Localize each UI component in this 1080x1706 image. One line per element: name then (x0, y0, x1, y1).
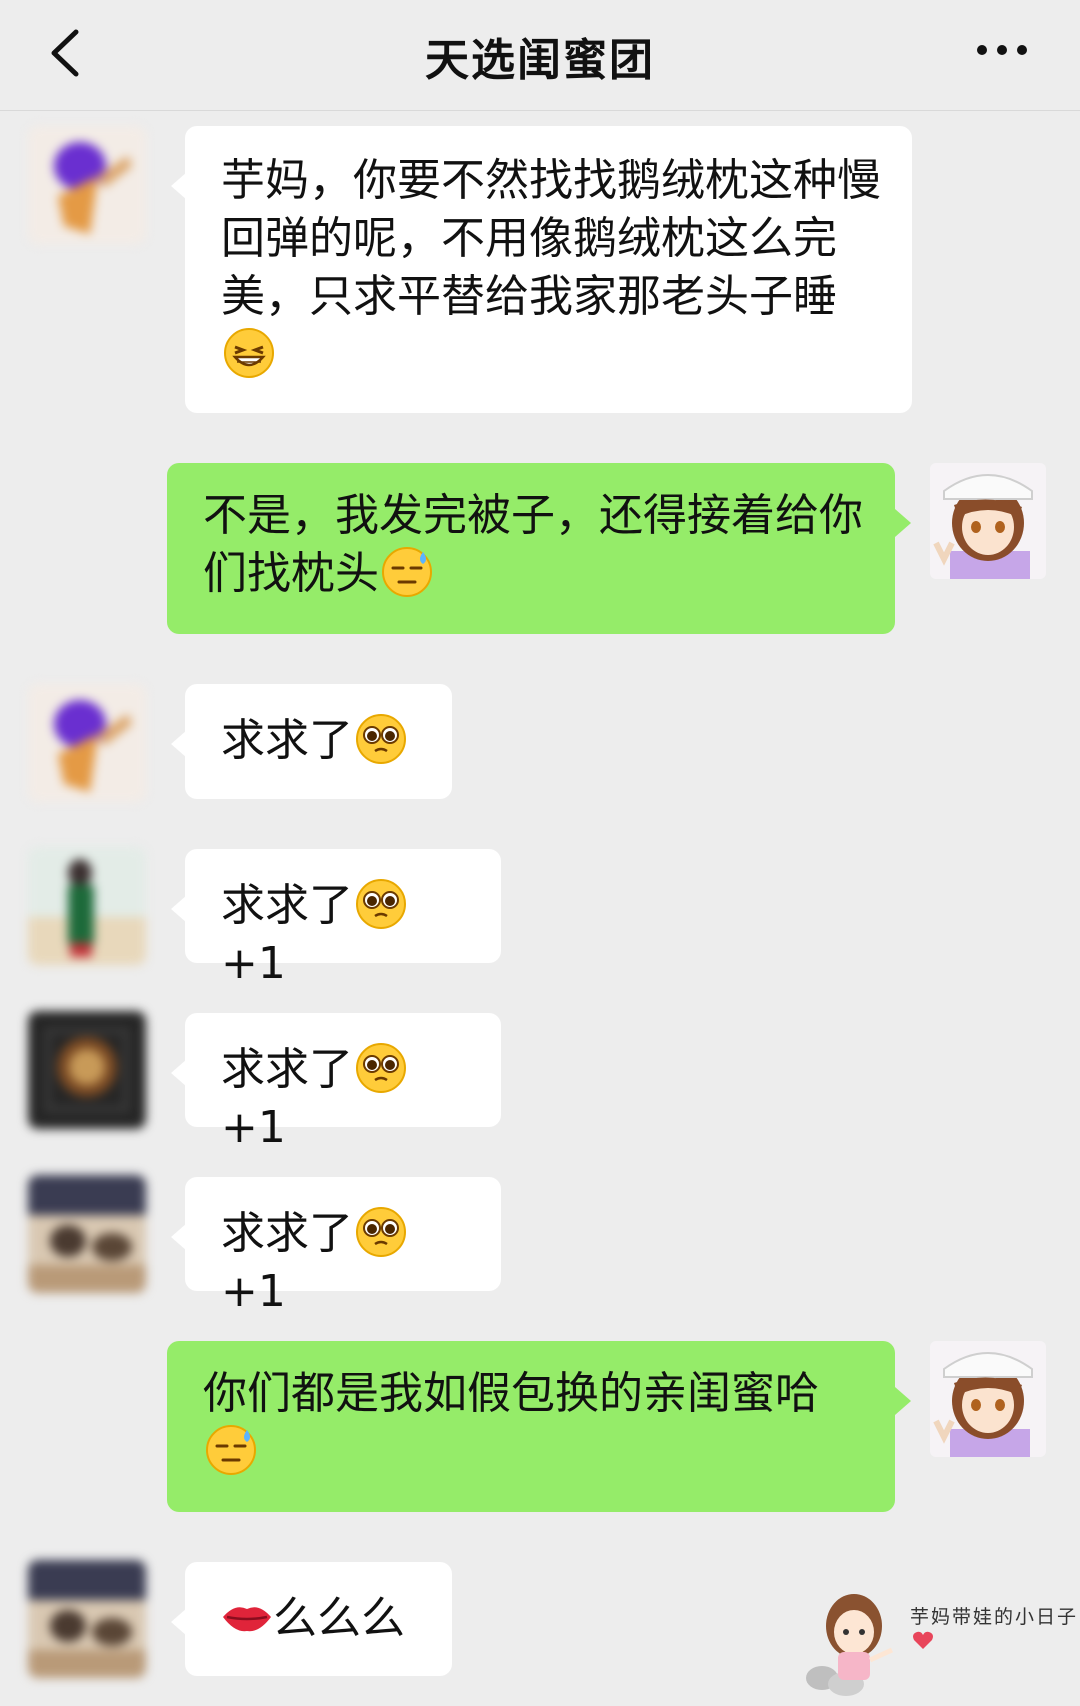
message-bubble-incoming[interactable]: 求求了 +1 (171, 1013, 501, 1153)
sender-avatar[interactable] (28, 684, 146, 802)
pleading-emoji (356, 714, 406, 764)
message-bubble-outgoing[interactable]: 你们都是我如假包换的亲闺蜜哈 (167, 1341, 911, 1512)
sender-avatar[interactable] (28, 1560, 146, 1678)
message-suffix: +1 (221, 1266, 286, 1317)
sender-avatar[interactable] (28, 1175, 146, 1293)
downcast-sweat-emoji (382, 547, 432, 597)
pleading-emoji (356, 879, 406, 929)
watermark: 芋妈带娃的小日子 (800, 1580, 1080, 1702)
chat-header: 天选闺蜜团 (0, 0, 1080, 111)
message-text: 求求了 (221, 880, 353, 931)
pleading-emoji (356, 1207, 406, 1257)
heart-icon (913, 1631, 933, 1649)
message-bubble-outgoing[interactable]: 不是，我发完被子，还得接着给你们找枕头 (167, 463, 911, 634)
sender-avatar[interactable] (28, 126, 146, 244)
message-text: 求求了 (221, 1044, 353, 1095)
watermark-text: 芋妈带娃的小日子 (910, 1606, 1079, 1628)
message-bubble-incoming[interactable]: 么么么 (171, 1562, 452, 1676)
message-text: 你们都是我如假包换的亲闺蜜哈 (203, 1368, 819, 1419)
grinning-squint-emoji (224, 328, 274, 378)
message-bubble-incoming[interactable]: 求求了 +1 (171, 849, 501, 989)
downcast-sweat-emoji (206, 1425, 256, 1475)
message-text: 求求了 (221, 715, 353, 766)
watermark-girl-icon (806, 1594, 894, 1696)
message-text: 芋妈，你要不然找找鹅绒枕这种慢回弹的呢，不用像鹅绒枕这么完美，只求平替给我家那老… (221, 155, 881, 322)
message-bubble-incoming[interactable]: 求求了 +1 (171, 1177, 501, 1317)
message-text: 么么么 (273, 1593, 405, 1644)
lips-emoji (223, 1607, 271, 1632)
sender-avatar[interactable] (28, 1011, 146, 1129)
message-suffix: +1 (221, 1102, 286, 1153)
sender-avatar[interactable] (28, 847, 146, 965)
message-bubble-incoming[interactable]: 求求了 (171, 684, 452, 799)
chat-title: 天选闺蜜团 (425, 35, 655, 86)
message-text: 求求了 (221, 1208, 353, 1259)
message-text: 不是，我发完被子，还得接着给你们找枕头 (203, 490, 863, 599)
my-avatar[interactable] (930, 1341, 1046, 1457)
pleading-emoji (356, 1043, 406, 1093)
message-bubble-incoming[interactable]: 芋妈，你要不然找找鹅绒枕这种慢回弹的呢，不用像鹅绒枕这么完美，只求平替给我家那老… (171, 126, 912, 413)
message-suffix: +1 (221, 938, 286, 989)
my-avatar[interactable] (930, 463, 1046, 579)
more-options-icon[interactable] (972, 30, 1032, 70)
